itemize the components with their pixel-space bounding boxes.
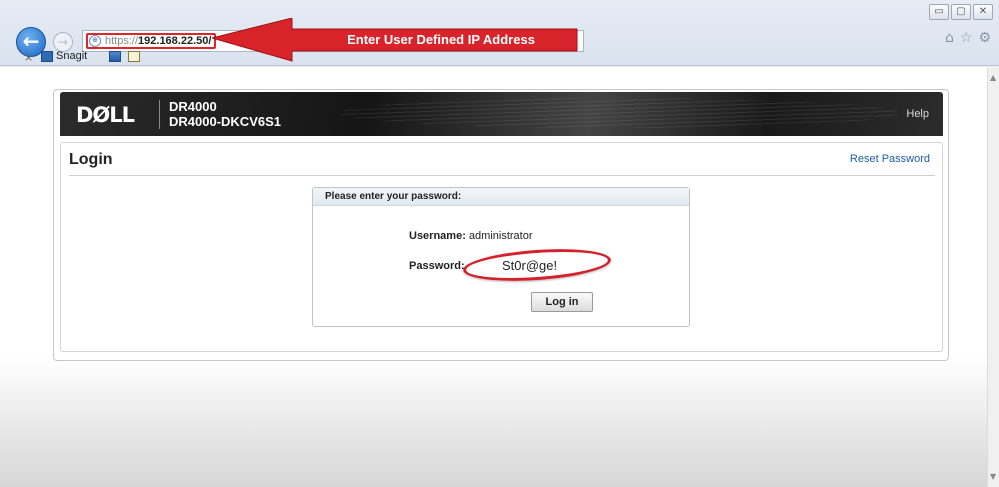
browser-chrome: ▭ ▢ ✕ ← → ⊕ https://192.168.22.50/ Enter… xyxy=(0,0,999,66)
title-divider xyxy=(69,175,935,176)
scroll-up-icon[interactable]: ▲ xyxy=(990,73,996,82)
login-box-header: Please enter your password: xyxy=(313,188,689,206)
url-protocol: https:// xyxy=(105,35,139,47)
annotation-label: Enter User Defined IP Address xyxy=(347,32,535,47)
dell-header-bar: DØLL DR4000 DR4000-DKCV6S1 Help xyxy=(60,92,943,136)
settings-gear-icon[interactable]: ⚙ xyxy=(978,30,991,46)
login-button[interactable]: Log in xyxy=(531,292,593,312)
snagit-label[interactable]: Snagit xyxy=(56,50,87,62)
app-frame: DØLL DR4000 DR4000-DKCV6S1 Help Login Re… xyxy=(53,89,949,361)
username-label: Username: xyxy=(409,230,466,242)
window-controls: ▭ ▢ ✕ xyxy=(929,4,993,20)
login-panel: Login Reset Password Please enter your p… xyxy=(60,142,943,352)
help-link[interactable]: Help xyxy=(906,108,929,120)
reset-password-link[interactable]: Reset Password xyxy=(850,153,930,165)
login-form-box: Please enter your password: Username: ad… xyxy=(312,187,690,327)
password-field[interactable]: St0r@ge! xyxy=(462,244,612,286)
home-icon[interactable]: ⌂ xyxy=(945,30,954,46)
url-text[interactable]: https://192.168.22.50/ xyxy=(105,35,211,47)
product-name: DR4000 xyxy=(169,99,217,114)
snagit-editor-icon[interactable] xyxy=(128,51,140,62)
url-host: 192.168.22.50/ xyxy=(138,35,212,47)
username-value: administrator xyxy=(468,230,533,242)
page-title: Login xyxy=(69,151,113,168)
command-toolbar: × Snagit xyxy=(0,49,999,66)
site-icon: ⊕ xyxy=(89,35,101,47)
scroll-down-icon[interactable]: ▼ xyxy=(990,472,996,481)
password-label: Password: xyxy=(409,260,465,272)
browser-right-icons: ⌂ ☆ ⚙ xyxy=(945,30,991,46)
product-hostname: DR4000-DKCV6S1 xyxy=(169,114,281,129)
favorites-icon[interactable]: ☆ xyxy=(960,30,973,46)
toolbar-close-icon[interactable]: × xyxy=(24,51,33,64)
username-row: Username: administrator xyxy=(409,230,533,242)
snagit-capture-icon[interactable] xyxy=(109,51,121,62)
close-window-button[interactable]: ✕ xyxy=(973,4,993,20)
vertical-scrollbar[interactable]: ▲ ▼ xyxy=(987,67,999,487)
password-value: St0r@ge! xyxy=(502,258,558,273)
snagit-icon[interactable] xyxy=(41,51,53,62)
maximize-button[interactable]: ▢ xyxy=(951,4,971,20)
dell-logo: DØLL xyxy=(76,103,135,127)
header-swoosh-decoration xyxy=(340,98,900,128)
logo-divider xyxy=(159,100,160,129)
minimize-button[interactable]: ▭ xyxy=(929,4,949,20)
